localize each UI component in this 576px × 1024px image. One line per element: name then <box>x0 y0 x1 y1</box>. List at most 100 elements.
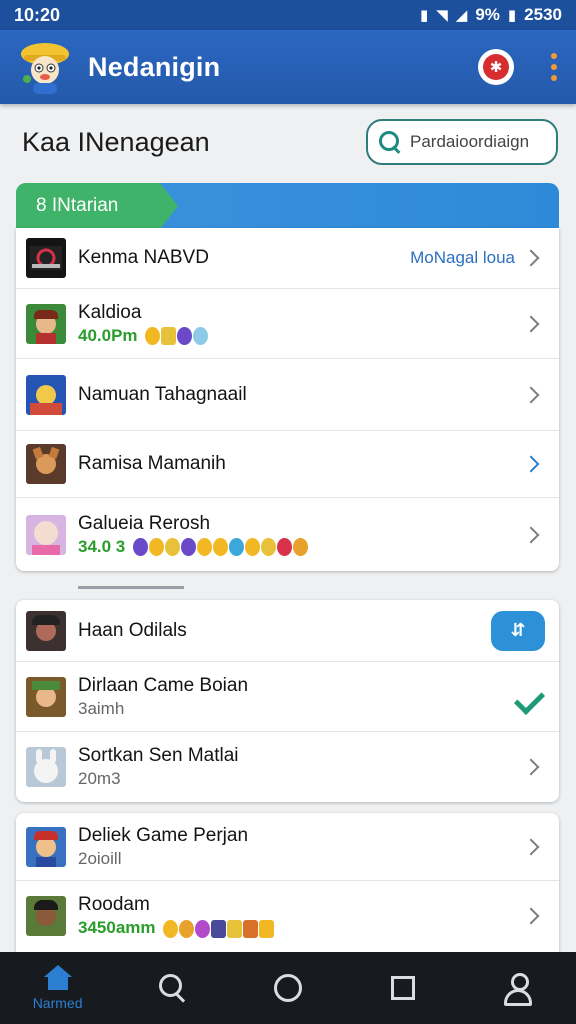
square-nav-icon <box>391 976 416 1000</box>
game-thumbnail <box>26 610 66 651</box>
status-icons: ▮ ◥ ◢ 9% ▮ 2530 <box>420 5 562 25</box>
list-item-text: Kenma NABVD <box>78 246 410 270</box>
game-thumbnail <box>26 303 66 344</box>
list-item-name: Dirlaan Came Boian <box>78 674 249 696</box>
banner-tag: 8 INtarian <box>16 183 178 229</box>
search-icon[interactable] <box>378 130 400 154</box>
list-item[interactable]: Dirlaan Came Boian 3aimh <box>16 662 559 732</box>
list-item-text: Deliek Game Perjan 2oioill <box>78 824 525 870</box>
battery-icon: ▮ <box>507 7 517 24</box>
chevron-right-icon <box>522 838 540 855</box>
search-box[interactable] <box>366 119 558 165</box>
search-input[interactable] <box>410 132 546 152</box>
game-thumbnail <box>26 238 66 278</box>
list-item-name: Ramisa Mamanih <box>78 453 226 474</box>
list-item[interactable]: Ramisa Mamanih <box>16 431 559 498</box>
list-item[interactable]: Kenma NABVD MoNagal loua <box>16 228 559 289</box>
nav-home-label: Narmed <box>32 995 83 1011</box>
alert-button[interactable]: ✱ <box>478 49 514 85</box>
chevron-right-icon <box>522 249 540 267</box>
app-title: Nedanigin <box>88 51 221 82</box>
list-item-name: Haan Odilals <box>78 619 187 641</box>
chevron-right-icon <box>522 315 540 332</box>
chevron-right-icon <box>522 526 540 543</box>
nav-search[interactable] <box>133 952 213 1024</box>
list-item-text: Galueia Rerosh 34.0 3 <box>78 512 525 558</box>
list-item-name: Deliek Game Perjan <box>78 824 249 846</box>
nav-circle[interactable] <box>248 952 328 1024</box>
list-item-name: Sortkan Sen Matlai <box>78 745 239 766</box>
list-item-value: 40.0Pm <box>78 325 138 345</box>
sort-button[interactable]: ⇵ <box>491 610 545 651</box>
list-item-value: 34.0 3 <box>78 536 126 556</box>
list-item[interactable]: Roodam 3450amm <box>16 881 559 951</box>
battery-percent: 9% <box>475 5 500 24</box>
list-item[interactable]: Namuan Tahagnaail <box>16 359 559 431</box>
list-item-value: 3450amm <box>78 918 156 937</box>
app-logo-icon[interactable] <box>16 39 74 95</box>
status-clock-right: 2530 <box>524 5 562 24</box>
list-item-text: Sortkan Sen Matlai 20m3 <box>78 744 525 790</box>
list-item[interactable]: Sortkan Sen Matlai 20m3 <box>16 732 559 802</box>
section-divider <box>78 586 184 589</box>
chevron-right-icon <box>522 386 540 403</box>
manage-link[interactable]: MoNagal loua <box>410 248 515 268</box>
list-item-sub: 3450amm <box>78 917 525 939</box>
list-item[interactable]: Galueia Rerosh 34.0 3 <box>16 498 559 571</box>
list-item-text: Dirlaan Came Boian 3aimh <box>78 674 511 720</box>
list-item-sub: 20m3 <box>78 769 121 788</box>
list-item-text: Roodam 3450amm <box>78 893 525 939</box>
nav-home[interactable]: Narmed <box>18 952 98 1024</box>
game-thumbnail <box>26 514 66 555</box>
list-item-text: Kaldioa 40.0Pm <box>78 301 525 347</box>
list-item-sub: 34.0 3 <box>78 536 525 558</box>
reward-badges-icon <box>163 919 275 938</box>
circle-nav-icon <box>273 974 302 1002</box>
more-icon[interactable] <box>548 53 560 81</box>
game-thumbnail <box>26 676 66 717</box>
list-item[interactable]: Deliek Game Perjan 2oioill <box>16 813 559 881</box>
game-thumbnail <box>26 374 66 415</box>
signal-icon: ◢ <box>455 7 468 24</box>
checkmark-icon <box>511 688 541 706</box>
banner-label: 8 INtarian <box>36 195 119 216</box>
game-thumbnail <box>26 747 66 787</box>
chevron-right-icon <box>522 758 540 776</box>
app-bar: Nedanigin ✱ <box>0 30 576 104</box>
list-item-name: Roodam <box>78 894 150 915</box>
game-thumbnail <box>26 896 66 936</box>
list-item-name: Namuan Tahagnaail <box>78 383 247 405</box>
game-thumbnail <box>26 444 66 484</box>
list-item-text: Ramisa Mamanih <box>78 452 525 476</box>
status-bar: 10:20 ▮ ◥ ◢ 9% ▮ 2530 <box>0 0 576 30</box>
bottom-navigation: Narmed <box>0 952 576 1024</box>
reward-badges-icon <box>145 327 209 346</box>
list-item-sub: 3aimh <box>78 698 125 718</box>
list-item-name: Kaldioa <box>78 301 142 323</box>
list-item[interactable]: Haan Odilals ⇵ <box>16 600 559 662</box>
list-item-sub: 40.0Pm <box>78 325 525 347</box>
list-item-text: Haan Odilals <box>78 619 491 643</box>
nav-square[interactable] <box>363 952 443 1024</box>
wifi-icon: ◥ <box>436 7 448 24</box>
list-item-sub: 2oioill <box>78 848 122 868</box>
list-item-text: Namuan Tahagnaail <box>78 383 525 407</box>
recent-list-card: Haan Odilals ⇵ Dirlaan Came Boian 3aimh … <box>16 600 559 802</box>
list-item[interactable]: Kaldioa 40.0Pm <box>16 289 559 359</box>
page-header: Kaa INenagean <box>0 104 576 180</box>
home-icon <box>43 965 73 991</box>
sort-icon: ⇵ <box>510 620 526 640</box>
search-nav-icon <box>158 974 187 1002</box>
status-time: 10:20 <box>14 4 61 25</box>
list-item-name: Galueia Rerosh <box>78 512 211 534</box>
reward-badges-icon <box>133 538 308 557</box>
profile-icon <box>503 973 533 1006</box>
list-item-name: Kenma NABVD <box>78 247 209 268</box>
more-games-card: Deliek Game Perjan 2oioill Roodam 3450am… <box>16 813 559 963</box>
page-title: Kaa INenagean <box>22 126 210 157</box>
games-list-card: Kenma NABVD MoNagal loua Kaldioa 40.0Pm <box>16 228 559 571</box>
chevron-right-icon <box>522 455 540 473</box>
chevron-right-icon <box>522 907 540 925</box>
section-banner: 8 INtarian <box>16 183 559 229</box>
nav-profile[interactable] <box>478 952 558 1024</box>
